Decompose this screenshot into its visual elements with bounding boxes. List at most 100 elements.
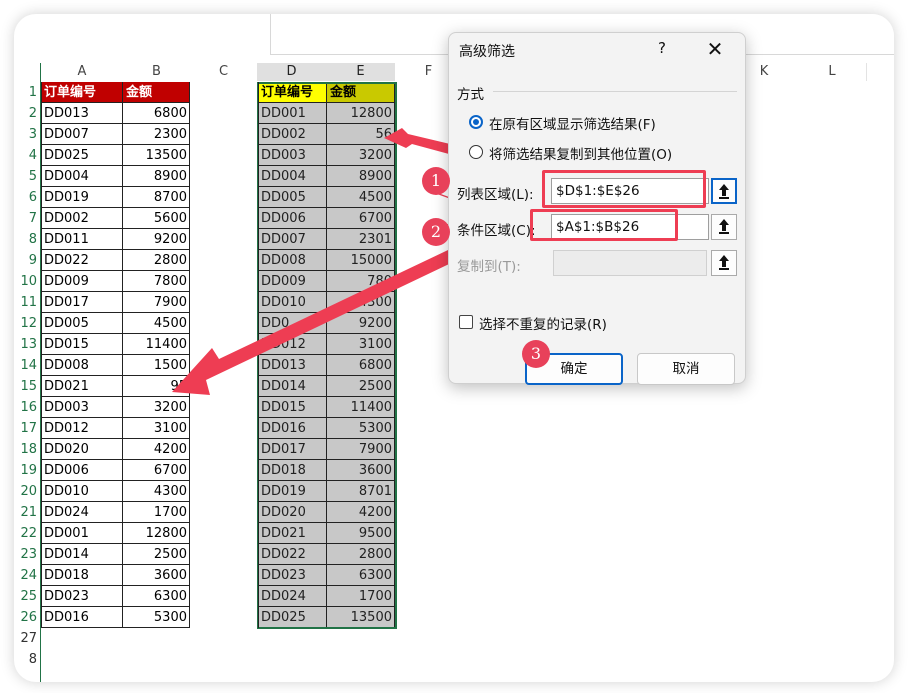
row-header[interactable]: 20 [14, 481, 40, 502]
cell-order-id[interactable]: DD021 [258, 523, 327, 544]
list-range-input[interactable]: $D$1:$E$26 [551, 178, 709, 204]
cell-amount[interactable]: 3100 [327, 334, 395, 355]
cell-order-id[interactable]: DD015 [258, 397, 327, 418]
cell-amount[interactable]: 6800 [327, 355, 395, 376]
cell-order-id[interactable]: DD001 [258, 103, 327, 124]
cell-amount[interactable]: 7800 [123, 271, 190, 292]
row-header[interactable]: 21 [14, 502, 40, 523]
radio-copy-to-location[interactable] [469, 145, 483, 159]
cell-amount[interactable]: 2500 [327, 376, 395, 397]
cell-order-id[interactable]: DD019 [41, 187, 123, 208]
cell-amount[interactable]: 6800 [123, 103, 190, 124]
cell-order-id[interactable]: DD023 [258, 565, 327, 586]
row-header[interactable]: 6 [14, 187, 40, 208]
cell-order-id[interactable]: DD013 [258, 355, 327, 376]
cell-order-id[interactable]: DD020 [258, 502, 327, 523]
cell-order-id[interactable]: DD018 [41, 565, 123, 586]
cell-order-id[interactable]: DD025 [258, 607, 327, 628]
cell-order-id[interactable]: DD016 [258, 418, 327, 439]
row-header[interactable]: 26 [14, 607, 40, 628]
row-header[interactable]: 1 [14, 82, 40, 103]
cell-order-id[interactable]: DD005 [258, 187, 327, 208]
row-header[interactable]: 17 [14, 418, 40, 439]
cell-amount[interactable]: 15000 [327, 250, 395, 271]
cell-order-id[interactable]: DD021 [41, 376, 123, 397]
cell-amount[interactable]: 13500 [123, 145, 190, 166]
cell-order-id[interactable]: DD006 [41, 460, 123, 481]
cell-order-id[interactable]: DD008 [258, 250, 327, 271]
cell-order-id[interactable]: DD006 [258, 208, 327, 229]
list-range-collapse-button[interactable] [711, 178, 737, 204]
row-header[interactable]: 8 [14, 649, 40, 670]
cell-amount[interactable]: 6700 [123, 460, 190, 481]
row-header[interactable]: 16 [14, 397, 40, 418]
cell-amount[interactable]: 2500 [123, 544, 190, 565]
cell-order-id[interactable]: DD019 [258, 481, 327, 502]
cancel-button[interactable]: 取消 [637, 353, 735, 385]
cell-amount[interactable]: 5300 [327, 418, 395, 439]
row-header[interactable]: 3 [14, 124, 40, 145]
cell-order-id[interactable]: DD017 [258, 439, 327, 460]
cell-order-id[interactable]: DD025 [41, 145, 123, 166]
cell-amount[interactable]: 8900 [327, 166, 395, 187]
cell-amount[interactable]: 5300 [123, 607, 190, 628]
cell-order-id[interactable]: DD004 [41, 166, 123, 187]
cell-amount[interactable]: 12800 [327, 103, 395, 124]
cell-amount[interactable]: 4300 [123, 481, 190, 502]
row-header[interactable]: 24 [14, 565, 40, 586]
header-cell-order-id[interactable]: 订单编号 [258, 82, 327, 103]
row-header[interactable]: 12 [14, 313, 40, 334]
cell-order-id[interactable]: DD017 [41, 292, 123, 313]
cell-order-id[interactable]: DD024 [258, 586, 327, 607]
cell-order-id[interactable]: DD004 [258, 166, 327, 187]
column-header[interactable]: D [257, 63, 327, 81]
column-header[interactable]: A [41, 63, 124, 81]
cell-order-id[interactable]: DD016 [41, 607, 123, 628]
row-header[interactable]: 18 [14, 439, 40, 460]
row-header[interactable]: 27 [14, 628, 40, 649]
cell-amount[interactable]: 56 [327, 124, 395, 145]
cell-amount[interactable]: 7900 [327, 439, 395, 460]
cell-order-id[interactable]: DD007 [41, 124, 123, 145]
cell-amount[interactable]: 9200 [123, 229, 190, 250]
cell-order-id[interactable]: DD023 [41, 586, 123, 607]
row-header[interactable]: 15 [14, 376, 40, 397]
cell-amount[interactable]: 6300 [123, 586, 190, 607]
cell-order-id[interactable]: DD012 [41, 418, 123, 439]
cell-amount[interactable]: 1700 [327, 586, 395, 607]
cell-order-id[interactable]: DD005 [41, 313, 123, 334]
cell-amount[interactable]: 1700 [123, 502, 190, 523]
radio-filter-in-place[interactable] [469, 115, 483, 129]
row-header[interactable]: 9 [14, 250, 40, 271]
cell-order-id[interactable]: DD014 [258, 376, 327, 397]
cell-amount[interactable]: 12800 [123, 523, 190, 544]
cell-amount[interactable]: 9200 [327, 313, 395, 334]
cell-order-id[interactable]: DD002 [41, 208, 123, 229]
cell-order-id[interactable]: DD010 [41, 481, 123, 502]
cell-order-id[interactable]: DD007 [258, 229, 327, 250]
cell-amount[interactable]: 6300 [327, 565, 395, 586]
cell-amount[interactable]: 95 [123, 376, 190, 397]
cell-amount[interactable]: 2300 [123, 124, 190, 145]
cell-amount[interactable]: 3100 [123, 418, 190, 439]
cell-amount[interactable]: 3200 [123, 397, 190, 418]
cell-order-id[interactable]: DD010 [258, 292, 327, 313]
row-header[interactable]: 25 [14, 586, 40, 607]
cell-amount[interactable]: 1500 [123, 355, 190, 376]
cell-amount[interactable]: 5600 [123, 208, 190, 229]
cell-amount[interactable]: 13500 [327, 607, 395, 628]
column-header[interactable]: L [798, 63, 867, 81]
header-cell-order-id[interactable]: 订单编号 [41, 82, 123, 103]
row-header[interactable]: 14 [14, 355, 40, 376]
cell-order-id[interactable]: DD0 [258, 313, 327, 334]
cell-order-id[interactable]: DD020 [41, 439, 123, 460]
cell-order-id[interactable]: DD022 [258, 544, 327, 565]
cell-amount[interactable]: 11400 [123, 334, 190, 355]
copy-to-collapse-button[interactable] [711, 250, 737, 276]
cell-amount[interactable]: 3600 [327, 460, 395, 481]
cell-amount[interactable]: 8900 [123, 166, 190, 187]
cell-amount[interactable]: 4500 [327, 187, 395, 208]
cell-amount[interactable]: 11400 [327, 397, 395, 418]
cell-amount[interactable]: 780 [327, 271, 395, 292]
copy-to-input[interactable] [553, 250, 707, 276]
